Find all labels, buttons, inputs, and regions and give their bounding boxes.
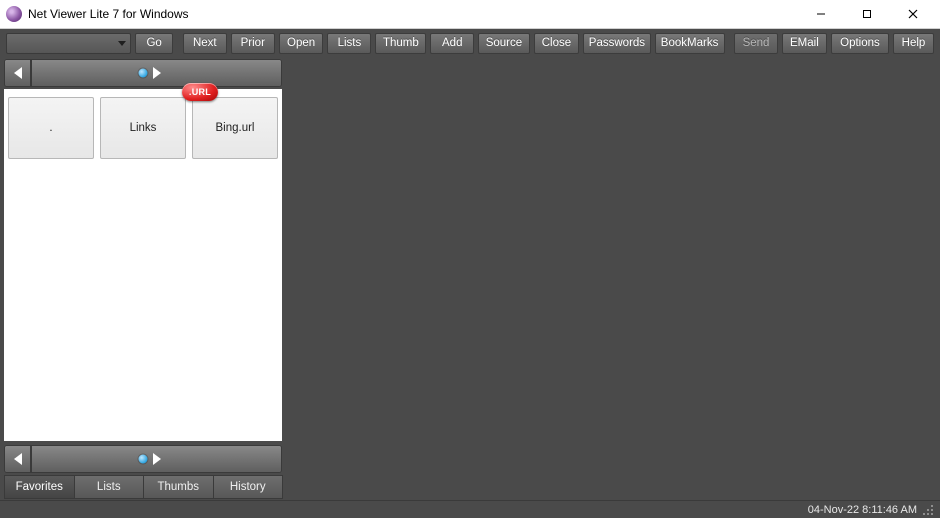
close-button[interactable] — [890, 0, 936, 29]
source-button[interactable]: Source — [478, 33, 529, 54]
tile-item[interactable]: Bing.url — [192, 97, 278, 159]
minimize-button[interactable] — [798, 0, 844, 29]
tile-label: . — [49, 122, 52, 134]
options-button[interactable]: Options — [831, 33, 889, 54]
viewer-pane — [286, 57, 940, 500]
lists-button[interactable]: Lists — [327, 33, 371, 54]
scroll-right-button[interactable] — [31, 60, 281, 86]
close-page-button[interactable]: Close — [534, 33, 580, 54]
add-button[interactable]: Add — [430, 33, 474, 54]
tab-thumbs[interactable]: Thumbs — [143, 475, 214, 499]
email-button[interactable]: EMail — [782, 33, 827, 54]
title-bar: Net Viewer Lite 7 for Windows — [0, 0, 940, 29]
maximize-button[interactable] — [844, 0, 890, 29]
bottom-scroller[interactable] — [4, 445, 282, 473]
scroll-left-button[interactable] — [5, 60, 31, 86]
tile-label: Bing.url — [216, 122, 255, 134]
send-button: Send — [734, 33, 778, 54]
open-button[interactable]: Open — [279, 33, 324, 54]
tile-grid: .URL . Links Bing.url — [4, 89, 282, 441]
triangle-right-icon — [153, 67, 161, 79]
slider-thumb[interactable] — [139, 69, 148, 78]
resize-grip-icon[interactable] — [921, 503, 934, 516]
url-badge: .URL — [182, 83, 218, 101]
help-button[interactable]: Help — [893, 33, 934, 54]
tab-history[interactable]: History — [213, 475, 284, 499]
passwords-button[interactable]: Passwords — [583, 33, 650, 54]
tab-lists[interactable]: Lists — [74, 475, 145, 499]
slider-thumb[interactable] — [139, 455, 148, 464]
bookmarks-button[interactable]: BookMarks — [655, 33, 725, 54]
thumb-button[interactable]: Thumb — [375, 33, 426, 54]
left-panel: .URL . Links Bing.url Favorites Lists Th… — [0, 57, 286, 500]
tile-label: Links — [130, 122, 157, 134]
scroll-left-button[interactable] — [5, 446, 31, 472]
bottom-tabs: Favorites Lists Thumbs History — [4, 475, 282, 499]
triangle-right-icon — [153, 453, 161, 465]
status-datetime: 04-Nov-22 8:11:46 AM — [808, 504, 917, 516]
main-toolbar: Go Next Prior Open Lists Thumb Add Sourc… — [0, 29, 940, 57]
app-icon — [6, 6, 22, 22]
status-bar: 04-Nov-22 8:11:46 AM — [0, 500, 940, 518]
window-title: Net Viewer Lite 7 for Windows — [28, 7, 798, 21]
main-area: .URL . Links Bing.url Favorites Lists Th… — [0, 57, 940, 500]
next-button[interactable]: Next — [183, 33, 227, 54]
top-scroller[interactable] — [4, 59, 282, 87]
scroll-right-button[interactable] — [31, 446, 281, 472]
tile-item[interactable]: . — [8, 97, 94, 159]
go-button[interactable]: Go — [135, 33, 173, 54]
window-controls — [798, 0, 936, 29]
triangle-left-icon — [14, 67, 22, 79]
prior-button[interactable]: Prior — [231, 33, 275, 54]
tile-item[interactable]: Links — [100, 97, 186, 159]
chevron-down-icon — [118, 41, 126, 46]
tab-favorites[interactable]: Favorites — [4, 475, 75, 499]
address-combo[interactable] — [6, 33, 131, 54]
triangle-left-icon — [14, 453, 22, 465]
